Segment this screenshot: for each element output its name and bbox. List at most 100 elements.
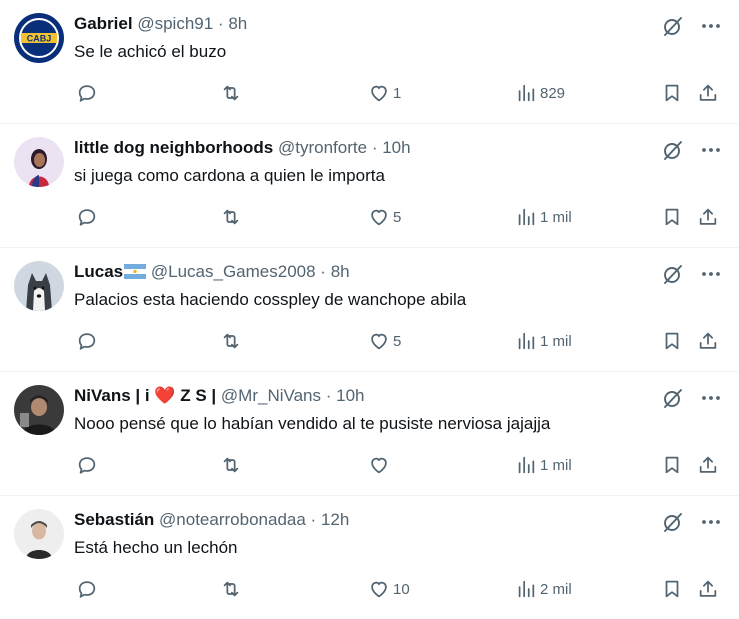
tweet-actions: 1 829 [74, 82, 723, 108]
more-icon[interactable] [699, 262, 723, 286]
bookmark-button[interactable] [661, 206, 683, 228]
views-button[interactable]: 1 mil [515, 454, 572, 476]
retweet-button[interactable] [220, 206, 245, 228]
tweet-actions: 5 1 mil [74, 206, 723, 232]
tweet-content: Gabriel @spich91 · 8h Se le achicó el bu… [74, 12, 659, 64]
bookmark-button[interactable] [661, 330, 683, 352]
avatar[interactable] [14, 137, 64, 187]
timestamp[interactable]: 12h [321, 510, 349, 529]
retweet-icon [223, 85, 239, 101]
views-count: 1 mil [540, 208, 572, 226]
views-count: 1 mil [540, 456, 572, 474]
person-avatar [14, 509, 64, 559]
separator: · [217, 14, 224, 33]
author-handle[interactable]: @Mr_NiVans [221, 386, 321, 405]
more-icon[interactable] [699, 138, 723, 162]
author-handle[interactable]: @spich91 [137, 14, 213, 33]
retweet-button[interactable] [220, 454, 245, 476]
author-name[interactable]: Sebastián [74, 510, 154, 529]
avatar[interactable] [14, 261, 64, 311]
avatar[interactable] [14, 385, 64, 435]
author-name[interactable]: little dog neighborhoods [74, 138, 273, 157]
grok-icon[interactable] [661, 386, 685, 410]
author-handle[interactable]: @Lucas_Games2008 [151, 262, 316, 281]
tweet-top-icons [661, 262, 723, 286]
views-button[interactable]: 1 mil [515, 330, 572, 352]
tweet[interactable]: little dog neighborhoods @tyronforte · 1… [0, 124, 739, 248]
more-icon[interactable] [699, 510, 723, 534]
author-name[interactable]: Lucas [74, 262, 123, 281]
author-name-suffix[interactable]: Z S | [176, 386, 221, 405]
tweet-header: Gabriel @spich91 · 8h [74, 12, 659, 36]
avatar[interactable] [14, 509, 64, 559]
grok-icon[interactable] [661, 510, 685, 534]
like-button[interactable] [368, 454, 393, 476]
more-icon[interactable] [699, 386, 723, 410]
reply-button[interactable] [76, 206, 101, 228]
timestamp[interactable]: 10h [382, 138, 410, 157]
like-button[interactable]: 10 [368, 578, 410, 600]
bookmark-button[interactable] [661, 578, 683, 600]
tweet-top-icons [661, 138, 723, 162]
like-button[interactable]: 5 [368, 206, 401, 228]
tweet-actions: 5 1 mil [74, 330, 723, 356]
reply-button[interactable] [76, 578, 101, 600]
share-icon [699, 580, 717, 597]
retweet-button[interactable] [220, 578, 245, 600]
share-button[interactable] [697, 578, 719, 600]
more-icon[interactable] [699, 14, 723, 38]
share-button[interactable] [697, 330, 719, 352]
share-button[interactable] [697, 206, 719, 228]
share-button[interactable] [697, 454, 719, 476]
tweet[interactable]: Lucas @Lucas_Games2008 · 8h Palacios est… [0, 248, 739, 372]
bookmark-icon [665, 332, 679, 350]
reply-icon [78, 333, 96, 350]
timestamp[interactable]: 8h [228, 14, 247, 33]
timestamp[interactable]: 8h [331, 262, 350, 281]
views-button[interactable]: 829 [515, 82, 565, 104]
tweet[interactable]: CABJ Gabriel @spich91 · 8h Se le achicó … [0, 0, 739, 124]
tweet-actions: 1 mil [74, 454, 723, 480]
reply-button[interactable] [76, 330, 101, 352]
tweet[interactable]: NiVans | i ❤️ Z S | @Mr_NiVans · 10h Noo… [0, 372, 739, 496]
bookmark-icon [665, 208, 679, 226]
share-icon [699, 456, 717, 473]
timestamp[interactable]: 10h [336, 386, 364, 405]
share-button[interactable] [697, 82, 719, 104]
tweet-text: Palacios esta haciendo cosspley de wanch… [74, 290, 467, 309]
reply-icon [78, 581, 96, 598]
husky-avatar [14, 261, 64, 311]
share-icon [699, 208, 717, 225]
retweet-icon [223, 209, 239, 225]
retweet-icon [223, 457, 239, 473]
like-button[interactable]: 1 [368, 82, 401, 104]
retweet-button[interactable] [220, 82, 245, 104]
reply-button[interactable] [76, 454, 101, 476]
avatar[interactable]: CABJ [14, 13, 64, 63]
views-count: 829 [540, 84, 566, 102]
grok-icon[interactable] [661, 14, 685, 38]
separator: · [371, 138, 378, 157]
tweet[interactable]: Sebastián @notearrobonadaa · 12h Está he… [0, 496, 739, 619]
bookmark-icon [665, 580, 679, 598]
bookmark-button[interactable] [661, 454, 683, 476]
person-avatar [14, 385, 64, 435]
svg-text:CABJ: CABJ [27, 34, 52, 44]
grok-icon[interactable] [661, 138, 685, 162]
bookmark-button[interactable] [661, 82, 683, 104]
bookmark-icon [665, 84, 679, 102]
views-button[interactable]: 2 mil [515, 578, 572, 600]
author-name[interactable]: NiVans | i [74, 386, 150, 405]
reply-button[interactable] [76, 82, 101, 104]
retweet-icon [223, 581, 239, 597]
retweet-button[interactable] [220, 330, 245, 352]
grok-icon[interactable] [661, 262, 685, 286]
like-button[interactable]: 5 [368, 330, 401, 352]
author-handle[interactable]: @notearrobonadaa [159, 510, 306, 529]
tweet-text: Nooo pensé que lo habían vendido al te p… [74, 414, 551, 433]
author-handle[interactable]: @tyronforte [278, 138, 367, 157]
author-name[interactable]: Gabriel [74, 14, 133, 33]
views-icon [518, 456, 535, 474]
views-button[interactable]: 1 mil [515, 206, 572, 228]
reply-icon [78, 209, 96, 226]
